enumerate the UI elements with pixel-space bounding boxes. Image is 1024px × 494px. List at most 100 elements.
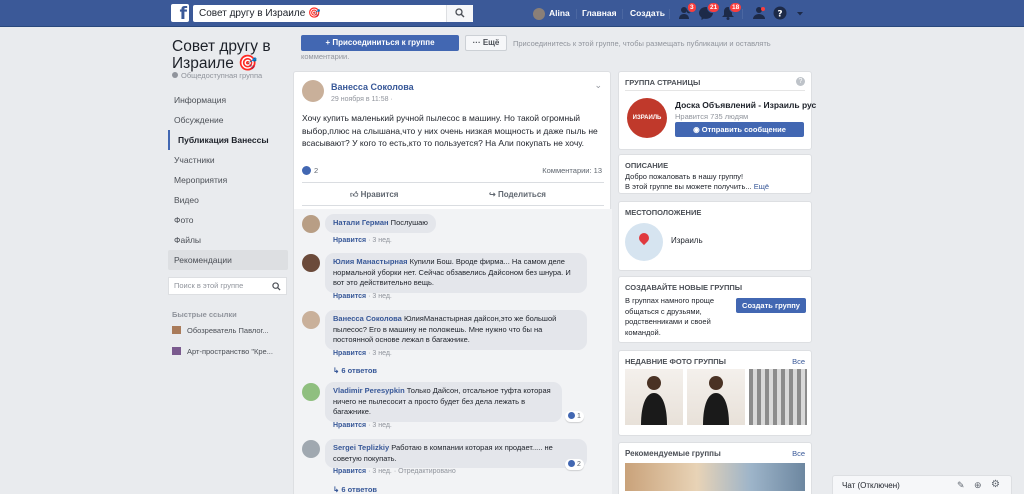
nav-item-videos[interactable]: Видео — [168, 190, 288, 210]
quick-link[interactable]: Арт-пространство "Кре... — [172, 347, 273, 356]
reaction-count[interactable]: 2 — [314, 166, 318, 175]
quick-link-label: Обозреватель Павлог... — [187, 326, 269, 335]
notifications-button[interactable]: 18 — [720, 2, 743, 20]
page-icon — [172, 326, 181, 334]
chat-bar[interactable]: Чат (Отключен) ✎ ⊕ ⚙ — [832, 475, 1012, 494]
people-icon — [753, 7, 765, 19]
group-title[interactable]: Совет другу в Израиле 🎯 — [172, 38, 292, 72]
thumbs-up-icon: 👍︎ — [350, 190, 361, 199]
recent-photos-title: НЕДАВНИЕ ФОТО ГРУППЫ — [625, 357, 726, 366]
post-timestamp[interactable]: 29 ноября в 11:58 · — [331, 96, 393, 103]
see-more-link[interactable]: Ещё — [754, 182, 769, 191]
comment-time[interactable]: 3 нед. — [372, 350, 391, 357]
comment-time[interactable]: 3 нед. — [372, 422, 391, 429]
nav-item-members[interactable]: Участники — [168, 150, 288, 170]
user-avatar[interactable] — [533, 8, 545, 20]
profile-link[interactable]: Alina — [549, 8, 570, 18]
commenter-avatar[interactable] — [302, 311, 320, 329]
nav-item-files[interactable]: Файлы — [168, 230, 288, 250]
location-map[interactable] — [625, 223, 663, 261]
photo-person-silhouette — [703, 376, 729, 425]
like-button[interactable]: 👍︎ Нравится — [350, 190, 398, 200]
commenter-name[interactable]: Ванесса Соколова — [333, 314, 402, 323]
like-reaction-icon — [568, 412, 575, 419]
comment-like-link[interactable]: Нравится — [333, 237, 366, 244]
commenter-name[interactable]: Sergei Teplizkiy — [333, 443, 389, 452]
commenter-avatar[interactable] — [302, 215, 320, 233]
comment-reactions[interactable]: 2 — [565, 459, 584, 470]
view-replies-link[interactable]: ↳ 6 ответов — [333, 366, 377, 375]
commenter-name[interactable]: Натали Герман — [333, 218, 389, 227]
join-note-continued: комментарии. — [301, 52, 350, 61]
globe-icon: · — [390, 96, 393, 103]
comment-like-link[interactable]: Нравится — [333, 293, 366, 300]
comment-bubble: Натали Герман Послушаю — [325, 214, 436, 233]
quick-link[interactable]: Обозреватель Павлог... — [172, 326, 269, 335]
comment-reactions[interactable]: 1 — [565, 411, 584, 422]
create-link[interactable]: Создать — [630, 8, 665, 18]
location-name[interactable]: Израиль — [671, 236, 703, 245]
group-search-input[interactable]: Поиск в этой группе — [168, 277, 287, 295]
author-avatar[interactable] — [302, 80, 324, 102]
comment-time[interactable]: 3 нед. — [372, 293, 391, 300]
commenter-avatar[interactable] — [302, 254, 320, 272]
facebook-logo[interactable]: f — [171, 4, 189, 22]
home-link[interactable]: Главная — [582, 8, 617, 18]
compose-icon[interactable]: ✎ — [957, 480, 965, 491]
comment-like-link[interactable]: Нравится — [333, 350, 366, 357]
comment-like-link[interactable]: Нравится — [333, 468, 366, 475]
page-name[interactable]: Доска Объявлений - Израиль рус — [675, 100, 816, 110]
nav-divider — [622, 9, 623, 19]
page-logo-text: ИЗРАИЛЬ — [632, 115, 662, 121]
see-all-recommended-link[interactable]: Все — [792, 449, 805, 458]
quick-link-label: Арт-пространство "Кре... — [187, 347, 273, 356]
divider — [625, 90, 805, 91]
comment-like-link[interactable]: Нравится — [333, 422, 366, 429]
commenter-avatar[interactable] — [302, 440, 320, 458]
help-button[interactable]: ? — [773, 6, 789, 20]
create-group-button[interactable]: Создать группу — [736, 298, 806, 313]
comment-count[interactable]: Комментарии: 13 — [542, 166, 602, 175]
recommended-group-image[interactable] — [625, 463, 805, 491]
account-menu-button[interactable] — [795, 6, 811, 20]
share-button[interactable]: ↪ Поделиться — [489, 190, 546, 199]
more-button[interactable]: ··· Ещё — [465, 35, 507, 51]
search-icon — [455, 8, 465, 18]
friend-requests-button[interactable]: 3 — [678, 2, 697, 20]
nav-divider — [576, 9, 577, 19]
search-button[interactable] — [446, 5, 473, 22]
nav-item-recommendations[interactable]: Рекомендации — [168, 250, 288, 270]
page-logo[interactable]: ИЗРАИЛЬ — [627, 98, 667, 138]
create-groups-card: СОЗДАВАЙТЕ НОВЫЕ ГРУППЫ В группах намног… — [618, 276, 812, 343]
messages-button[interactable]: 21 — [698, 2, 721, 20]
nav-item-info[interactable]: Информация — [168, 90, 288, 110]
send-message-button[interactable]: ◉ Отправить сообщение — [675, 122, 804, 137]
commenter-avatar[interactable] — [302, 383, 320, 401]
join-group-button[interactable]: + Присоединиться к группе — [301, 35, 459, 51]
commenter-name[interactable]: Vladimir Peresypkin — [333, 386, 405, 395]
see-all-photos-link[interactable]: Все — [792, 357, 805, 366]
settings-gear-icon[interactable]: ⚙ — [991, 479, 1000, 490]
quick-help-button[interactable] — [752, 6, 768, 20]
commenter-name[interactable]: Юлия Манастырная — [333, 257, 408, 266]
group-page-card: ГРУППА СТРАНИЦЫ ? ИЗРАИЛЬ Доска Объявлен… — [618, 71, 816, 150]
group-photo[interactable] — [625, 369, 683, 425]
post-author[interactable]: Ванесса Соколова — [331, 82, 414, 92]
nav-item-discussion[interactable]: Обсуждение — [168, 110, 288, 130]
nav-item-post[interactable]: Публикация Ванессы — [168, 130, 288, 150]
search-input[interactable] — [193, 5, 473, 22]
new-group-icon[interactable]: ⊕ — [974, 480, 982, 491]
create-groups-line: родственниками и своей — [625, 317, 711, 326]
comment-bubble: Vladimir Peresypkin Только Дайсон, отсал… — [325, 382, 562, 422]
post-options-chevron-icon[interactable]: ⌄ — [594, 80, 602, 91]
edited-label: Отредактировано — [398, 468, 456, 475]
group-photo[interactable] — [687, 369, 745, 425]
comment-text: Послушаю — [390, 218, 428, 227]
group-photo[interactable] — [749, 369, 807, 425]
comment-time[interactable]: 3 нед. — [372, 468, 391, 475]
view-replies-link[interactable]: ↳ 6 ответов — [333, 485, 377, 494]
nav-item-photos[interactable]: Фото — [168, 210, 288, 230]
comment-time[interactable]: 3 нед. — [372, 237, 391, 244]
nav-item-events[interactable]: Мероприятия — [168, 170, 288, 190]
info-icon[interactable]: ? — [796, 77, 805, 86]
